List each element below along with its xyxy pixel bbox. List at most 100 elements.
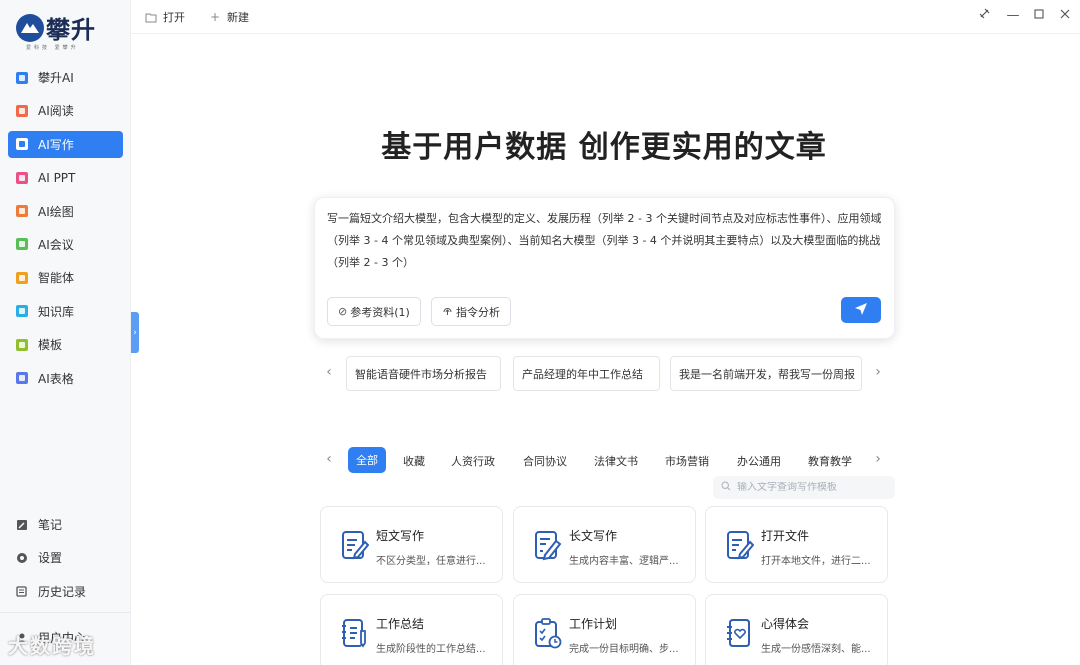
card-title: 工作计划: [569, 617, 618, 631]
suggestion-chip[interactable]: 产品经理的年中工作总结: [513, 356, 660, 391]
suggestion-chip[interactable]: 我是一名前端开发，帮我写一份周报: [670, 356, 862, 391]
template-card-long-writing[interactable]: 长文写作 生成内容丰富、逻辑严...: [513, 506, 696, 583]
maximize-icon: [1034, 8, 1044, 23]
reference-button[interactable]: ⊘ 参考资料(1): [327, 297, 421, 326]
maximize-button[interactable]: [1031, 8, 1047, 23]
tab-label: 人资行政: [451, 455, 495, 468]
sidebar-item-ai-writing[interactable]: AI写作: [8, 130, 123, 158]
sidebar-bottom-nav: 笔记 设置 历史记录: [8, 511, 123, 611]
pin-button[interactable]: [976, 8, 992, 23]
send-button[interactable]: [841, 297, 881, 323]
sidebar-item-label: 智能体: [38, 271, 75, 286]
sidebar-item-label: 笔记: [38, 518, 63, 532]
card-title: 长文写作: [569, 529, 618, 543]
sidebar-item-label: AI PPT: [38, 170, 76, 185]
send-icon: [854, 302, 868, 319]
sidebar-collapse-handle[interactable]: ›: [131, 312, 139, 353]
sidebar-item-templates[interactable]: 模板: [8, 331, 123, 358]
sidebar-item-settings[interactable]: 设置: [8, 544, 123, 571]
checklist-pen-icon: [341, 617, 369, 649]
card-title: 打开文件: [761, 529, 810, 543]
sidebar-item-pansheng-ai[interactable]: 攀升AI: [8, 64, 123, 91]
table-icon: [16, 372, 28, 385]
tab-all[interactable]: 全部: [348, 447, 386, 473]
template-search-input[interactable]: [737, 482, 887, 493]
plus-icon: +: [209, 10, 221, 24]
category-tabs: ‹ 全部 收藏 人资行政 合同协议 法律文书 市场营销 办公通用 教育教学 ›: [314, 446, 895, 474]
template-card-open-file[interactable]: 打开文件 打开本地文件，进行二...: [705, 506, 888, 583]
card-description: 生成阶段性的工作总结...: [376, 644, 486, 655]
instruction-analysis-button[interactable]: 指令分析: [431, 297, 511, 326]
reference-icon: ⊘: [338, 305, 348, 318]
sidebar-item-ai-reading[interactable]: AI阅读: [8, 97, 123, 124]
card-title: 短文写作: [376, 529, 425, 543]
suggestion-prev-button[interactable]: ‹: [322, 364, 336, 380]
prompt-box[interactable]: 写一篇短文介绍大模型，包含大模型的定义、发展历程（列举 2 - 3 个关键时间节…: [314, 197, 895, 339]
tab-legal-documents[interactable]: 法律文书: [594, 449, 638, 473]
page-title: 基于用户数据 创作更实用的文章: [381, 130, 827, 165]
tab-hr-admin[interactable]: 人资行政: [451, 449, 495, 473]
pansheng-ai-icon: [16, 71, 28, 84]
tab-label: 办公通用: [737, 455, 781, 468]
new-label: 新建: [227, 11, 249, 24]
sidebar-item-label: 模板: [38, 338, 63, 353]
template-card-short-writing[interactable]: 短文写作 不区分类型，任意进行...: [320, 506, 503, 583]
tab-contracts[interactable]: 合同协议: [523, 449, 567, 473]
chevron-right-icon: ›: [875, 364, 881, 380]
suggestion-chip[interactable]: 智能语音硬件市场分析报告: [346, 356, 501, 391]
template-search[interactable]: [713, 476, 895, 499]
tab-favorites[interactable]: 收藏: [403, 449, 425, 473]
sidebar-item-agent[interactable]: 智能体: [8, 264, 123, 291]
gear-icon: [16, 552, 28, 564]
sidebar-item-label: AI写作: [38, 137, 74, 152]
history-icon: [16, 585, 28, 597]
agent-icon: [16, 271, 28, 284]
knowledge-icon: [16, 305, 28, 318]
sidebar-nav: 攀升AI AI阅读 AI写作 AI PPT AI绘图 AI会议 智能体 知识库: [8, 64, 123, 398]
close-button[interactable]: [1057, 8, 1073, 23]
template-card-reflections[interactable]: 心得体会 生成一份感悟深刻、能...: [705, 594, 888, 665]
open-button[interactable]: 打开: [145, 9, 185, 25]
template-card-work-summary[interactable]: 工作总结 生成阶段性的工作总结...: [320, 594, 503, 665]
palette-icon: [16, 205, 28, 218]
search-icon: [721, 481, 731, 494]
template-icon: [16, 338, 28, 351]
category-next-button[interactable]: ›: [871, 451, 885, 467]
meeting-icon: [16, 238, 28, 251]
sidebar-item-ai-meeting[interactable]: AI会议: [8, 231, 123, 258]
suggestion-label: 产品经理的年中工作总结: [522, 367, 643, 381]
sidebar-item-history[interactable]: 历史记录: [8, 578, 123, 605]
chevron-right-icon: ›: [875, 451, 881, 467]
sidebar-item-ai-table[interactable]: AI表格: [8, 365, 123, 392]
sidebar-item-ai-ppt[interactable]: AI PPT: [8, 164, 123, 191]
prompt-input[interactable]: 写一篇短文介绍大模型，包含大模型的定义、发展历程（列举 2 - 3 个关键时间节…: [327, 208, 883, 274]
sidebar-item-ai-drawing[interactable]: AI绘图: [8, 198, 123, 225]
document-pen-icon: [534, 529, 562, 561]
new-button[interactable]: + 新建: [209, 9, 249, 25]
tab-marketing[interactable]: 市场营销: [665, 449, 709, 473]
reference-label: 参考资料(1): [350, 305, 410, 319]
sidebar-item-notes[interactable]: 笔记: [8, 511, 123, 538]
tab-office-general[interactable]: 办公通用: [737, 449, 781, 473]
sidebar-divider: [0, 612, 130, 613]
template-card-work-plan[interactable]: 工作计划 完成一份目标明确、步...: [513, 594, 696, 665]
watermark-text: 大数跨境: [8, 634, 96, 658]
chevron-left-icon: ‹: [326, 451, 332, 467]
minimize-button[interactable]: —: [1005, 8, 1021, 23]
logo-subtitle: 爱科技 爱攀升: [26, 45, 79, 51]
card-title: 心得体会: [761, 617, 810, 631]
note-icon: [16, 519, 28, 531]
top-bar: 打开 + 新建 —: [131, 0, 1080, 34]
suggestion-row: ‹ 智能语音硬件市场分析报告 产品经理的年中工作总结 我是一名前端开发，帮我写一…: [314, 355, 895, 392]
tab-label: 法律文书: [594, 455, 638, 468]
card-description: 打开本地文件，进行二...: [761, 556, 871, 567]
suggestion-label: 智能语音硬件市场分析报告: [355, 367, 487, 381]
sidebar-item-knowledge-base[interactable]: 知识库: [8, 298, 123, 325]
chevron-left-icon: ‹: [326, 364, 332, 380]
pin-icon: [979, 8, 990, 23]
tab-education[interactable]: 教育教学: [808, 449, 852, 473]
suggestion-next-button[interactable]: ›: [871, 364, 885, 380]
sidebar-item-label: AI绘图: [38, 204, 74, 219]
category-prev-button[interactable]: ‹: [322, 451, 336, 467]
folder-icon: [145, 11, 157, 23]
